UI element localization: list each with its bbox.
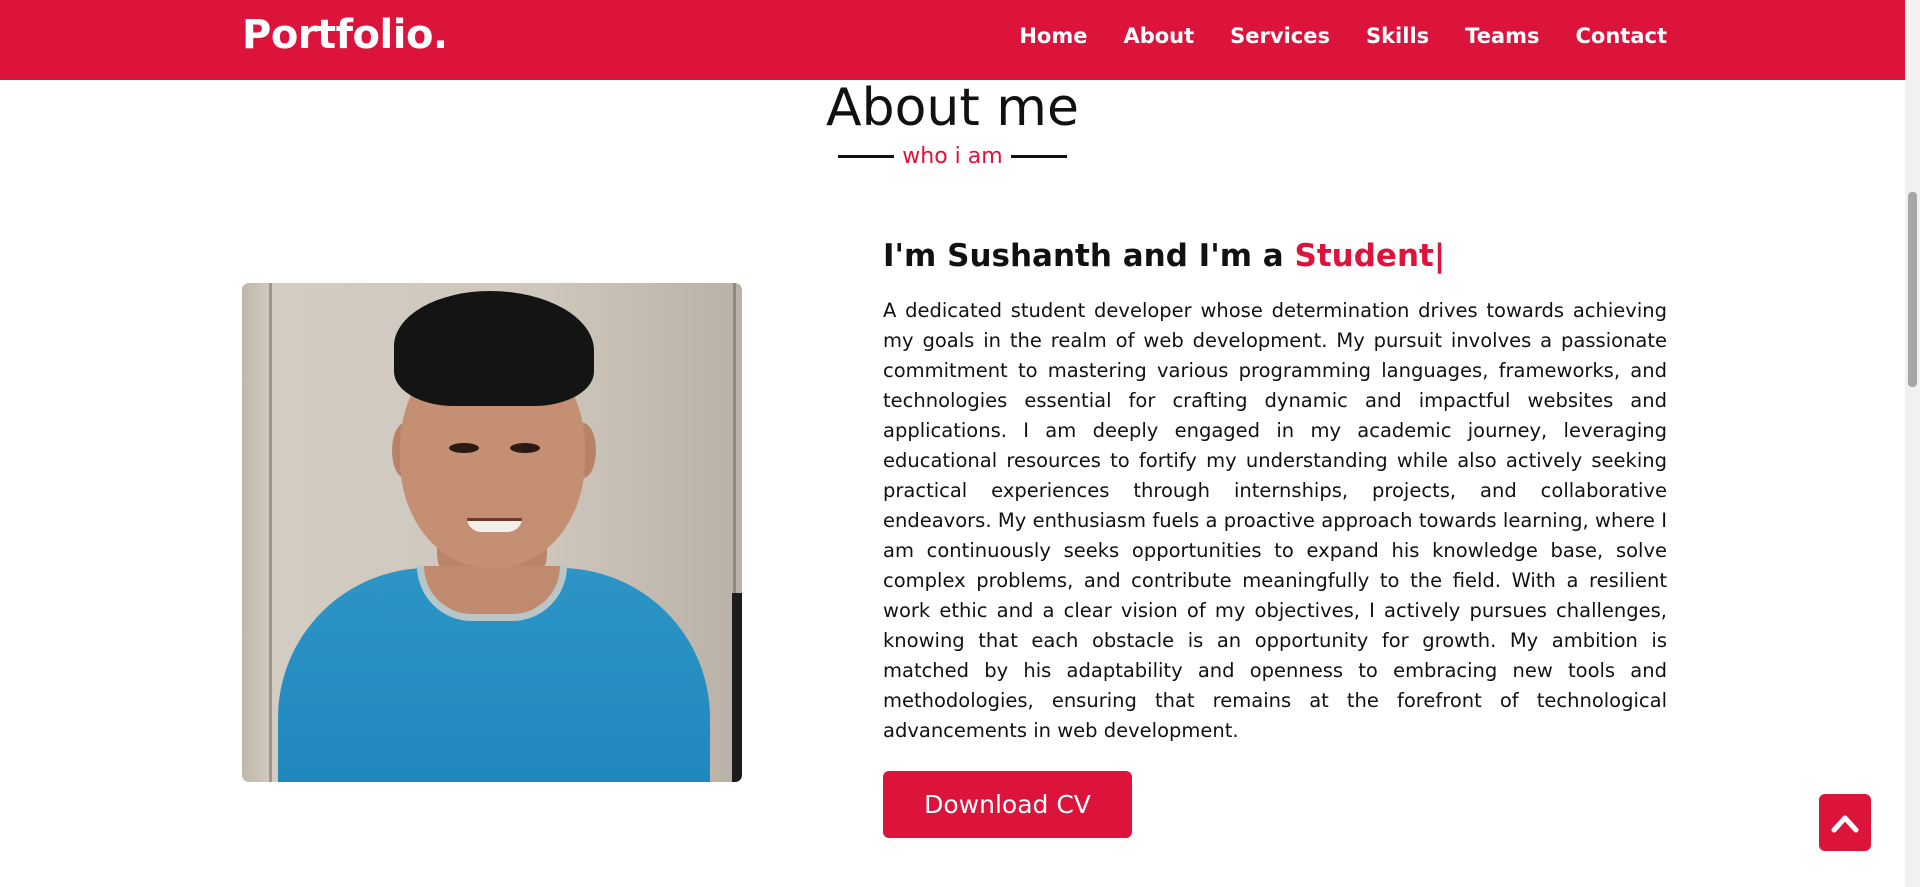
subtitle-line-left xyxy=(838,155,895,158)
section-subtitle: who i am xyxy=(0,144,1905,169)
intro-prefix: I'm Sushanth and I'm a xyxy=(883,238,1295,274)
intro-role: Student| xyxy=(1294,238,1446,274)
nav-link-about[interactable]: About xyxy=(1123,24,1194,48)
subtitle-text: who i am xyxy=(902,144,1003,169)
scroll-top-button[interactable] xyxy=(1819,794,1871,851)
bio-text: A dedicated student developer whose dete… xyxy=(883,299,1667,742)
photo-hair xyxy=(394,291,594,406)
nav-link-services[interactable]: Services xyxy=(1230,24,1330,48)
logo[interactable]: Portfolio. xyxy=(242,12,448,58)
profile-photo xyxy=(242,283,742,782)
chevron-up-icon xyxy=(1831,815,1859,832)
intro-heading: I'm Sushanth and I'm a Student| xyxy=(883,238,1445,274)
photo-eye-right xyxy=(510,443,540,453)
nav-link-skills[interactable]: Skills xyxy=(1366,24,1429,48)
nav-link-teams[interactable]: Teams xyxy=(1465,24,1539,48)
photo-shadow xyxy=(732,593,742,782)
nav-menu: Home About Services Skills Teams Contact xyxy=(983,0,1667,72)
scrollbar-thumb[interactable] xyxy=(1908,192,1917,387)
nav-item-teams: Teams xyxy=(1465,24,1539,48)
navbar: Portfolio. Home About Services Skills Te… xyxy=(0,0,1905,80)
page: Portfolio. Home About Services Skills Te… xyxy=(0,0,1920,887)
nav-link-contact[interactable]: Contact xyxy=(1576,24,1668,48)
photo-background-edge xyxy=(269,283,272,782)
nav-item-about: About xyxy=(1123,24,1194,48)
nav-item-contact: Contact xyxy=(1576,24,1668,48)
photo-mouth xyxy=(467,518,522,532)
subtitle-line-right xyxy=(1010,155,1067,158)
photo-eye-left xyxy=(449,443,479,453)
nav-item-home: Home xyxy=(1019,24,1087,48)
download-cv-button[interactable]: Download CV xyxy=(883,771,1132,838)
scrollbar[interactable] xyxy=(1905,0,1920,887)
nav-item-services: Services xyxy=(1230,24,1330,48)
nav-link-home[interactable]: Home xyxy=(1019,24,1087,48)
section-title: About me xyxy=(826,78,1079,138)
nav-item-skills: Skills xyxy=(1366,24,1429,48)
